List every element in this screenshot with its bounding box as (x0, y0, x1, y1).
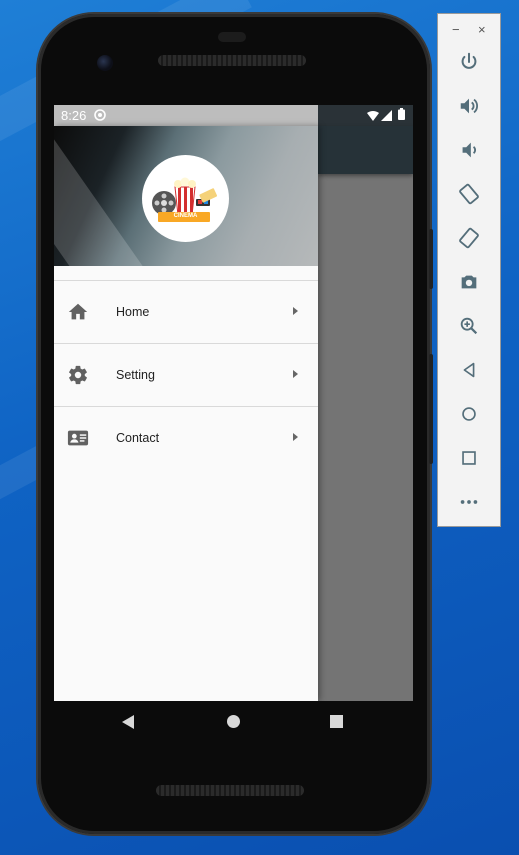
phone-power-button[interactable] (429, 229, 433, 289)
chevron-right-icon (293, 370, 298, 378)
rotate-right-icon[interactable] (454, 223, 484, 253)
cinema-logo: CINEMA (142, 155, 229, 242)
bottom-speaker (156, 785, 304, 796)
chevron-right-icon (293, 307, 298, 315)
overview-icon[interactable] (454, 443, 484, 473)
power-icon[interactable] (454, 47, 484, 77)
android-nav-bar (54, 701, 413, 743)
home-icon (67, 301, 89, 323)
drawer-item-label: Contact (116, 431, 160, 445)
contact-card-icon (67, 427, 89, 449)
top-speaker (158, 55, 306, 66)
drawer-item-contact[interactable]: Contact (54, 406, 318, 469)
phone-frame: 8:26 CINEMA Home Setting Contact (38, 14, 433, 834)
sync-icon (94, 109, 106, 124)
status-bar-left: 8:26 (54, 105, 318, 126)
wifi-icon (367, 109, 379, 124)
volume-down-icon[interactable] (454, 135, 484, 165)
nav-back-icon[interactable] (122, 715, 134, 729)
close-button[interactable]: × (478, 22, 486, 37)
back-icon[interactable] (454, 355, 484, 385)
front-camera (97, 55, 113, 71)
cinema-logo-graphic (152, 177, 218, 222)
drawer-item-setting[interactable]: Setting (54, 343, 318, 406)
drawer-header: CINEMA (54, 126, 318, 266)
rotate-left-icon[interactable] (454, 179, 484, 209)
nav-home-icon[interactable] (227, 715, 240, 728)
camera-icon[interactable] (454, 267, 484, 297)
cinema-logo-text: CINEMA (173, 213, 198, 219)
screen: 8:26 CINEMA Home Setting Contact (54, 105, 413, 701)
zoom-icon[interactable] (454, 311, 484, 341)
home-circle-icon[interactable] (454, 399, 484, 429)
more-icon[interactable] (454, 487, 484, 517)
navigation-drawer: CINEMA Home Setting Contact (54, 126, 318, 701)
emulator-toolbar: − × (437, 13, 501, 527)
drawer-item-home[interactable]: Home (54, 280, 318, 343)
gear-icon (67, 364, 89, 386)
scrim[interactable] (318, 174, 413, 701)
status-bar-right (318, 105, 413, 126)
battery-icon (398, 108, 405, 123)
drawer-item-label: Setting (116, 368, 155, 382)
signal-icon (381, 109, 392, 124)
earpiece (218, 32, 246, 42)
minimize-button[interactable]: − (452, 22, 460, 37)
app-bar (318, 126, 413, 174)
chevron-right-icon (293, 433, 298, 441)
status-time: 8:26 (61, 108, 87, 123)
volume-up-icon[interactable] (454, 91, 484, 121)
phone-volume-button[interactable] (429, 354, 433, 464)
nav-recents-icon[interactable] (330, 715, 343, 728)
drawer-item-label: Home (116, 305, 150, 319)
status-bar: 8:26 (54, 105, 413, 126)
